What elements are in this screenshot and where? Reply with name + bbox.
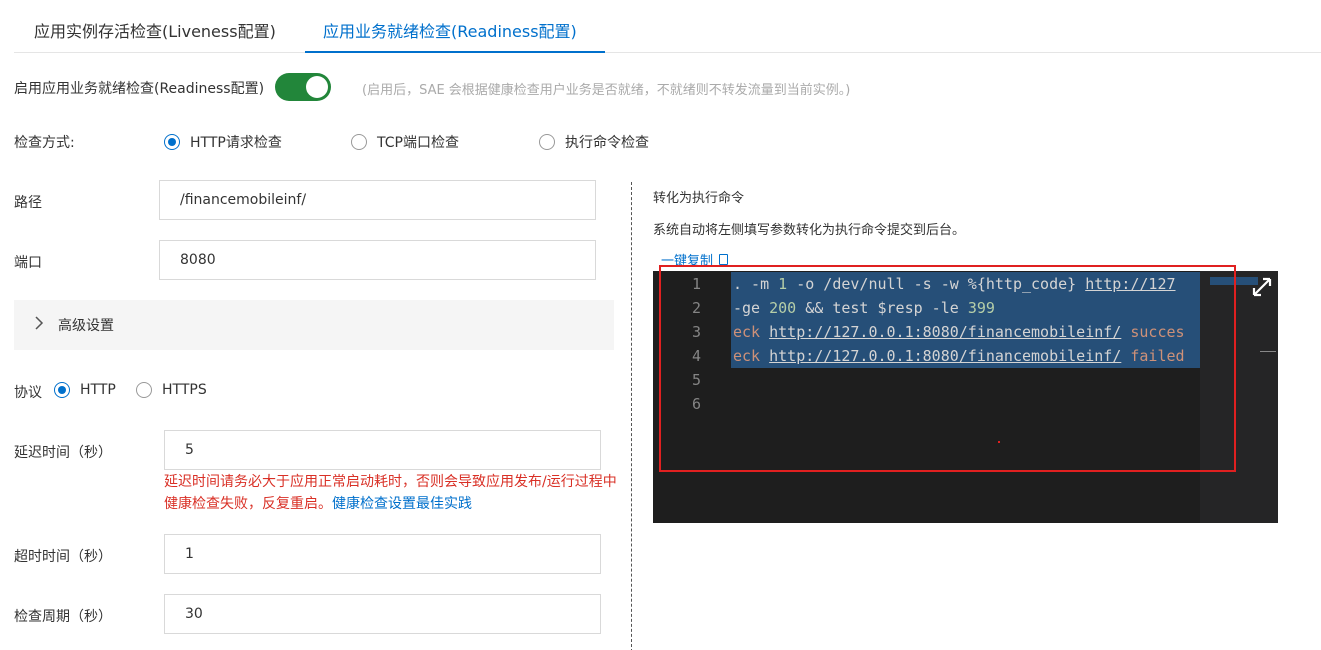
convert-title: 转化为执行命令 xyxy=(653,191,745,206)
copy-icon xyxy=(719,254,729,265)
chevron-right-icon xyxy=(34,316,44,334)
radio-exec-check-label: 执行命令检查 xyxy=(565,135,649,151)
advanced-settings-label: 高级设置 xyxy=(58,318,114,334)
enable-readiness-switch[interactable] xyxy=(275,73,331,101)
path-input[interactable]: /financemobileinf/ xyxy=(159,180,596,220)
switch-knob xyxy=(306,76,328,98)
radio-tcp-check[interactable]: TCP端口检查 xyxy=(351,132,459,152)
radio-protocol-http-label: HTTP xyxy=(80,382,116,398)
delay-warning: 延迟时间请务必大于应用正常启动耗时，否则会导致应用发布/运行过程中健康检查失败，… xyxy=(164,471,624,515)
protocol-label: 协议 xyxy=(14,385,42,401)
tab-readiness[interactable]: 应用业务就绪检查(Readiness配置) xyxy=(323,18,577,42)
radio-protocol-https[interactable]: HTTPS xyxy=(136,382,207,398)
timeout-input[interactable]: 1 xyxy=(164,534,601,574)
radio-selected-icon xyxy=(54,382,70,398)
radio-selected-icon xyxy=(164,134,180,150)
delay-input-value: 5 xyxy=(185,442,194,458)
timeout-input-value: 1 xyxy=(185,546,194,562)
radio-protocol-http[interactable]: HTTP xyxy=(54,382,116,398)
radio-protocol-https-label: HTTPS xyxy=(162,382,207,398)
highlight-box xyxy=(659,265,1236,472)
path-input-value: /financemobileinf/ xyxy=(180,192,307,208)
port-input[interactable]: 8080 xyxy=(159,240,596,280)
period-input[interactable]: 30 xyxy=(164,594,601,634)
port-label: 端口 xyxy=(14,255,42,271)
convert-description: 系统自动将左侧填写参数转化为执行命令提交到后台。 xyxy=(653,223,966,238)
radio-http-check-label: HTTP请求检查 xyxy=(190,135,282,151)
radio-empty-icon xyxy=(351,134,367,150)
radio-empty-icon xyxy=(136,382,152,398)
period-input-value: 30 xyxy=(185,606,203,622)
expand-icon[interactable] xyxy=(1250,275,1274,299)
radio-empty-icon xyxy=(539,134,555,150)
delay-label: 延迟时间（秒） xyxy=(14,445,112,461)
red-dot xyxy=(998,441,1000,443)
enable-readiness-label: 启用应用业务就绪检查(Readiness配置) xyxy=(14,81,265,97)
path-label: 路径 xyxy=(14,195,42,211)
delay-input[interactable]: 5 xyxy=(164,430,601,470)
minimap-slider xyxy=(1260,351,1276,352)
column-divider xyxy=(631,182,632,650)
enable-readiness-hint: (启用后，SAE 会根据健康检查用户业务是否就绪，不就绪则不转发流量到当前实例。… xyxy=(362,83,851,98)
period-label: 检查周期（秒） xyxy=(14,609,112,625)
tab-liveness[interactable]: 应用实例存活检查(Liveness配置) xyxy=(34,18,276,42)
port-input-value: 8080 xyxy=(180,252,216,268)
timeout-label: 超时时间（秒） xyxy=(14,549,112,565)
radio-http-check[interactable]: HTTP请求检查 xyxy=(164,132,282,152)
active-tab-indicator xyxy=(305,51,605,53)
advanced-settings-toggle[interactable]: 高级设置 xyxy=(14,300,614,350)
tab-bar: 应用实例存活检查(Liveness配置) 应用业务就绪检查(Readiness配… xyxy=(14,0,1321,53)
best-practice-link[interactable]: 健康检查设置最佳实践 xyxy=(332,496,472,512)
check-method-label: 检查方式: xyxy=(14,135,75,151)
radio-exec-check[interactable]: 执行命令检查 xyxy=(539,132,649,152)
radio-tcp-check-label: TCP端口检查 xyxy=(377,135,459,151)
